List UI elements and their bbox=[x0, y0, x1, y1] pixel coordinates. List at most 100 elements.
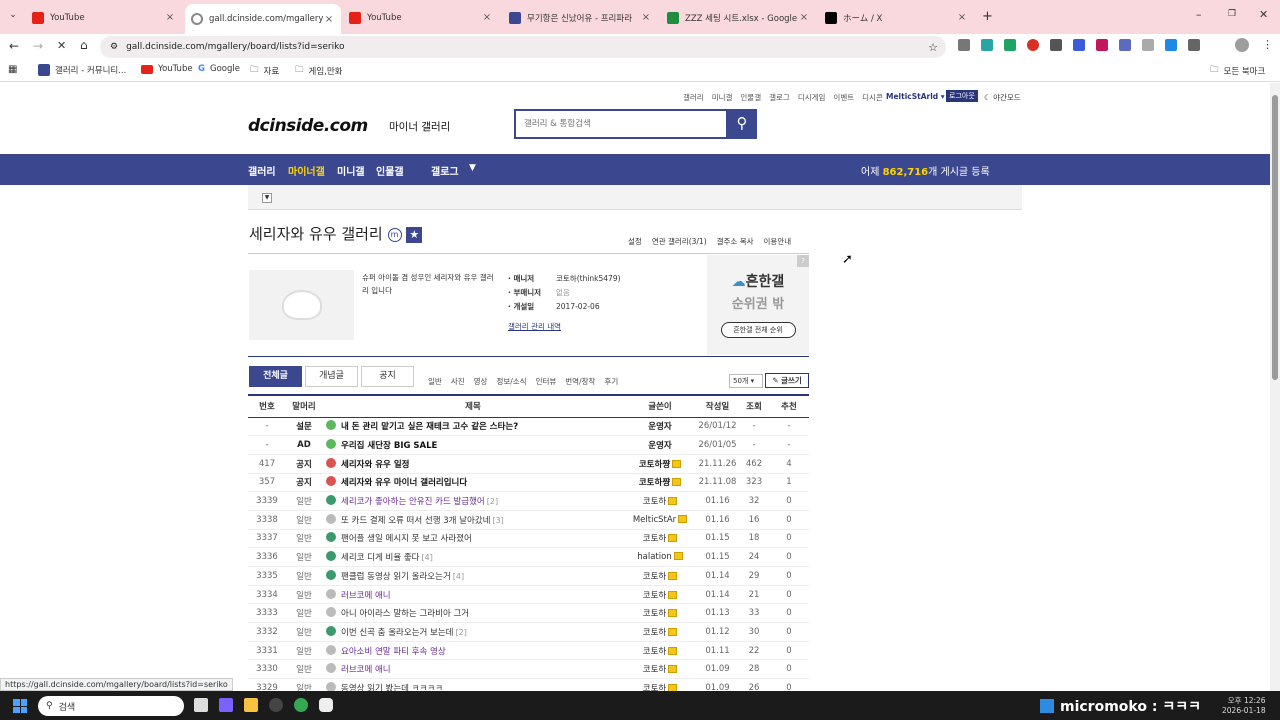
post-writer[interactable]: 코토하 bbox=[624, 641, 696, 661]
copilot-icon[interactable] bbox=[219, 698, 233, 712]
browser-tab[interactable]: ホーム / X × bbox=[819, 5, 974, 30]
nav-more-dropdown-icon[interactable]: ▼ bbox=[469, 163, 476, 173]
post-writer[interactable]: 코토하 bbox=[624, 678, 696, 691]
post-title-cell[interactable]: 러브코메 애니 bbox=[322, 585, 624, 605]
expand-toggle-button[interactable]: ▼ bbox=[262, 193, 272, 203]
tab-notice[interactable]: 공지 bbox=[361, 366, 414, 387]
close-tab-icon[interactable]: × bbox=[323, 14, 335, 25]
extension-icon[interactable] bbox=[981, 39, 993, 51]
extension-icon[interactable] bbox=[1073, 39, 1085, 51]
comment-count[interactable]: [2] bbox=[487, 497, 498, 506]
ranking-help-icon[interactable]: ? bbox=[797, 255, 809, 267]
post-title-link[interactable]: 세리코가 좋아하는 안유진 카드 발급했어 bbox=[341, 497, 485, 507]
top-link[interactable]: 갤로그 bbox=[769, 92, 790, 103]
post-writer[interactable]: 코토하 bbox=[624, 491, 696, 511]
post-title-cell[interactable]: 팬클럽 동영상 읽기 올라오는거 [4] bbox=[322, 566, 624, 586]
top-link[interactable]: 이벤트 bbox=[833, 92, 854, 103]
post-title-link[interactable]: 팬어플 생일 메시지 못 보고 사라졌어 bbox=[341, 534, 472, 544]
post-title-link[interactable]: 내 돈 관리 맡기고 싶은 재테크 고수 같은 스타는? bbox=[341, 422, 518, 432]
write-button[interactable]: ✎ 글쓰기 bbox=[765, 373, 809, 388]
maximize-button[interactable]: ❐ bbox=[1228, 9, 1236, 19]
search-box[interactable] bbox=[514, 109, 728, 139]
post-title-link[interactable]: 아니 아이라스 말하는 그라비아 그거 bbox=[341, 609, 469, 619]
taskbar-search[interactable]: ⚲ 검색 bbox=[38, 696, 184, 716]
menu-kebab-icon[interactable]: ⋮ bbox=[1262, 38, 1273, 51]
category-filter[interactable]: 후기 bbox=[604, 376, 618, 387]
post-title-cell[interactable]: 러브코메 애니 bbox=[322, 659, 624, 680]
post-title-link[interactable]: 우리집 새단장 BIG SALE bbox=[341, 441, 437, 451]
new-tab-button[interactable]: + bbox=[982, 9, 993, 24]
post-writer[interactable]: 코토하 bbox=[624, 622, 696, 642]
top-link[interactable]: 인물갤 bbox=[740, 92, 761, 103]
post-title-link[interactable]: 러브코메 애니 bbox=[341, 665, 391, 675]
post-writer[interactable]: 코토하 bbox=[624, 529, 696, 549]
extension-icon[interactable] bbox=[1004, 39, 1016, 51]
extension-icon[interactable] bbox=[958, 39, 970, 51]
category-filter[interactable]: 인터뷰 bbox=[536, 376, 557, 387]
post-title-cell[interactable]: 세리코가 좋아하는 안유진 카드 발급했어 [2] bbox=[322, 491, 624, 511]
table-row[interactable]: 3338 일반 또 카드 결제 오류 떠서 선행 3개 날아갔네 [3] MelticS… bbox=[248, 510, 809, 530]
forward-button[interactable]: → bbox=[33, 39, 43, 53]
extension-icon[interactable] bbox=[1050, 39, 1062, 51]
post-title-link[interactable]: 이번 신곡 춤 올라오는거 보는데 bbox=[341, 628, 453, 638]
browser-tab[interactable]: gall.dcinside.com/mgallery/bo× bbox=[185, 4, 341, 34]
category-filter[interactable]: 번역/창작 bbox=[565, 376, 595, 387]
post-title-cell[interactable]: 내 돈 관리 맡기고 싶은 재테크 고수 같은 스타는? bbox=[322, 417, 624, 437]
post-writer[interactable]: halation bbox=[624, 547, 696, 567]
bookmark-item[interactable]: YouTube bbox=[141, 64, 193, 74]
table-row[interactable]: 3337 일반 팬어플 생일 메시지 못 보고 사라졌어 코토하 01.15 18 0 bbox=[248, 529, 809, 549]
category-filter[interactable]: 일반 bbox=[428, 376, 442, 387]
top-link[interactable]: 미니갤 bbox=[712, 92, 733, 103]
extension-icon[interactable] bbox=[1119, 39, 1131, 51]
favorite-star-icon[interactable]: ★ bbox=[406, 227, 423, 243]
table-row[interactable]: 3336 일반 세리코 디게 비율 좋다 [4] halation 01.15 24 0 bbox=[248, 547, 809, 567]
bookmark-item[interactable]: 🗀 자료 bbox=[250, 64, 279, 78]
post-writer[interactable]: 코토하쨩 bbox=[624, 454, 696, 474]
gallery-link[interactable]: 설정 bbox=[628, 236, 642, 247]
category-filter[interactable]: 영상 bbox=[474, 376, 488, 387]
post-title-cell[interactable]: 팬어플 생일 메시지 못 보고 사라졌어 bbox=[322, 529, 624, 549]
table-row[interactable]: - AD 우리집 새단장 BIG SALE 운영자 26/01/05 - - bbox=[248, 435, 809, 455]
close-tab-icon[interactable]: × bbox=[640, 12, 652, 23]
tab-all-posts[interactable]: 전체글 bbox=[249, 366, 302, 387]
extensions-puzzle-icon[interactable] bbox=[1188, 39, 1200, 51]
post-writer[interactable]: 운영자 bbox=[624, 435, 696, 455]
file-explorer-icon[interactable] bbox=[244, 698, 258, 712]
comment-count[interactable]: [2] bbox=[455, 628, 466, 637]
post-writer[interactable]: 코토하 bbox=[624, 585, 696, 605]
manager-value[interactable]: 코토하(think5479) bbox=[556, 274, 621, 283]
table-row[interactable]: - 설문 내 돈 관리 맡기고 싶은 재테크 고수 같은 스타는? 운영자 26/01/… bbox=[248, 417, 809, 437]
close-window-button[interactable]: ✕ bbox=[1259, 8, 1268, 21]
post-title-cell[interactable]: 우리집 새단장 BIG SALE bbox=[322, 435, 624, 455]
post-title-cell[interactable]: 세리자와 유우 일정 bbox=[322, 454, 624, 474]
apps-grid-icon[interactable]: ▦ bbox=[8, 64, 17, 75]
page-scrollbar[interactable] bbox=[1270, 83, 1280, 691]
table-row[interactable]: 3332 일반 이번 신곡 춤 올라오는거 보는데 [2] 코토하 01.12 30 0 bbox=[248, 622, 809, 642]
all-bookmarks[interactable]: 🗀 모든 북마크 bbox=[1210, 64, 1265, 78]
post-writer[interactable]: 코토하쨩 bbox=[624, 473, 696, 493]
logout-button[interactable]: 로그아웃 bbox=[946, 90, 978, 102]
table-row[interactable]: 3330 일반 러브코메 애니 코토하 01.09 28 0 bbox=[248, 659, 809, 680]
browser-tab[interactable]: YouTube × bbox=[26, 5, 182, 30]
table-row[interactable]: 3333 일반 아니 아이라스 말하는 그라비아 그거 코토하 01.13 33 0 bbox=[248, 603, 809, 624]
gallery-link[interactable]: 이용안내 bbox=[764, 236, 792, 247]
comment-count[interactable]: [3] bbox=[492, 516, 503, 525]
start-button-icon[interactable] bbox=[13, 699, 27, 713]
post-title-cell[interactable]: 또 카드 결제 오류 떠서 선행 3개 날아갔네 [3] bbox=[322, 510, 624, 530]
table-row[interactable]: 3339 일반 세리코가 좋아하는 안유진 카드 발급했어 [2] 코토하 01.16 32… bbox=[248, 491, 809, 511]
search-input[interactable] bbox=[524, 119, 714, 129]
night-mode-toggle[interactable]: ☾ 야간모드 bbox=[984, 92, 1021, 103]
table-row[interactable]: 357 공지 세리자와 유우 마이너 갤러리입니다 코토하쨩 21.11.08 323 1 bbox=[248, 473, 809, 493]
close-tab-icon[interactable]: × bbox=[481, 12, 493, 23]
search-button[interactable]: ⚲ bbox=[727, 109, 757, 139]
bookmark-item[interactable]: G Google bbox=[198, 64, 240, 74]
bookmark-star-icon[interactable]: ☆ bbox=[928, 41, 938, 54]
tab-list-dropdown-icon[interactable]: ⌄ bbox=[6, 10, 20, 24]
bookmark-item[interactable]: 🗀 게임,만화 bbox=[295, 64, 343, 78]
category-filter[interactable]: 정보/소식 bbox=[496, 376, 526, 387]
close-tab-icon[interactable]: × bbox=[798, 12, 810, 23]
nav-mini-gallery[interactable]: 미니갤 bbox=[337, 163, 365, 178]
nav-person-gallery[interactable]: 인물갤 bbox=[376, 163, 404, 178]
post-writer[interactable]: MelticStAr bbox=[624, 510, 696, 530]
post-title-link[interactable]: 또 카드 결제 오류 떠서 선행 3개 날아갔네 bbox=[341, 516, 490, 526]
